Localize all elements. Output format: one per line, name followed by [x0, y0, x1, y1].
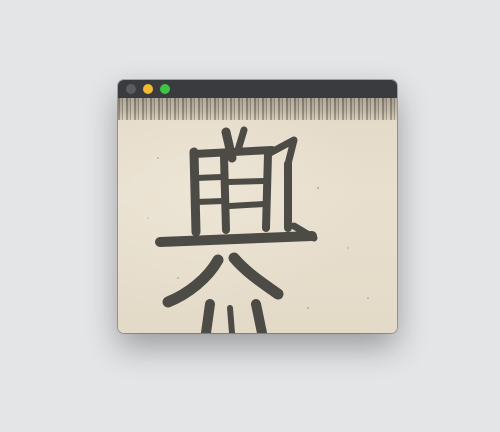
image-viewer: [118, 98, 397, 333]
app-window: [118, 80, 397, 333]
calligraphy-character: [147, 126, 369, 333]
title-bar[interactable]: [118, 80, 397, 98]
maximize-button[interactable]: [160, 84, 170, 94]
minimize-button[interactable]: [143, 84, 153, 94]
close-button[interactable]: [126, 84, 136, 94]
